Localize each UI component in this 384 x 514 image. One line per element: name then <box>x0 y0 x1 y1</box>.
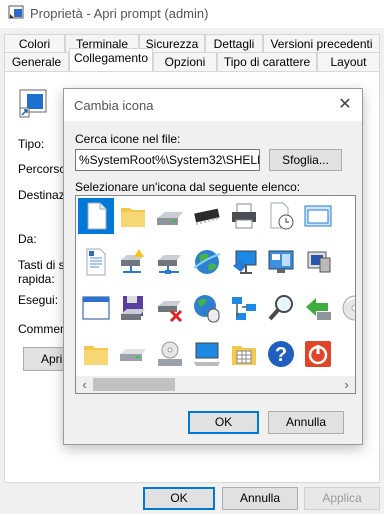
clock-document-icon[interactable] <box>263 198 299 234</box>
type-label: Tipo: <box>18 137 45 151</box>
disconnected-drive-icon[interactable] <box>152 290 188 326</box>
network-monitor-icon[interactable] <box>226 244 262 280</box>
dialog-title: Cambia icona <box>74 98 154 113</box>
disk-drive-icon[interactable] <box>152 198 188 234</box>
icon-file-input[interactable]: %SystemRoot%\System32\SHELL32.dll <box>75 149 260 171</box>
scroll-right-icon[interactable]: › <box>338 376 355 393</box>
icon-list[interactable]: ? ‹ › <box>75 195 356 394</box>
globe-mouse-icon[interactable] <box>189 290 225 326</box>
window-title: Proprietà - Apri prompt (admin) <box>30 6 209 21</box>
icon-list-label: Selezionare un'icona dal seguente elenco… <box>75 180 301 194</box>
floppy-disk-icon[interactable] <box>115 290 151 326</box>
scroll-left-icon[interactable]: ‹ <box>76 376 93 393</box>
restore-arrow-icon[interactable] <box>300 290 336 326</box>
network-icon[interactable] <box>226 290 262 326</box>
drive-icon[interactable] <box>115 336 151 372</box>
folder-icon[interactable] <box>115 198 151 234</box>
text-document-icon[interactable] <box>78 244 114 280</box>
control-panel-icon[interactable] <box>263 244 299 280</box>
application-window-icon[interactable] <box>78 290 114 326</box>
network-server-icon[interactable] <box>152 244 188 280</box>
shortcut-large-icon <box>19 89 47 118</box>
tab-generale[interactable]: Generale <box>4 52 69 72</box>
partial-icon[interactable] <box>337 336 355 372</box>
shortcut-app-icon <box>8 5 24 19</box>
window-icon[interactable] <box>300 198 336 234</box>
power-icon[interactable] <box>300 336 336 372</box>
partial-icon[interactable] <box>337 198 355 234</box>
file-label: Cerca icone nel file: <box>75 132 181 146</box>
start-in-label: Da: <box>18 232 37 246</box>
tab-dettagli[interactable]: Dettagli <box>205 34 263 54</box>
computer-icon[interactable] <box>189 336 225 372</box>
printer-icon[interactable] <box>226 198 262 234</box>
cancel-button[interactable]: Annulla <box>222 487 298 510</box>
horizontal-scrollbar[interactable]: ‹ › <box>76 376 355 393</box>
help-icon[interactable]: ? <box>263 336 299 372</box>
scrollbar-thumb[interactable] <box>93 378 175 391</box>
browse-button[interactable]: Sfoglia... <box>269 149 342 171</box>
memory-chip-icon[interactable] <box>189 198 225 234</box>
blank-document-icon[interactable] <box>78 198 114 234</box>
path-label: Percorso: <box>18 162 70 176</box>
tab-tipo-di-carattere[interactable]: Tipo di carattere <box>217 52 317 72</box>
dialog-title-bar: Cambia icona ✕ <box>64 89 362 121</box>
close-icon[interactable]: ✕ <box>336 96 354 114</box>
run-label: Esegui: <box>18 293 59 307</box>
svg-text:?: ? <box>275 344 287 366</box>
ok-button[interactable]: OK <box>143 487 215 510</box>
cd-icon[interactable] <box>337 290 355 326</box>
tab-opzioni[interactable]: Opzioni <box>153 52 217 72</box>
tab-collegamento[interactable]: Collegamento <box>69 48 153 71</box>
tab-colori[interactable]: Colori <box>4 34 65 54</box>
cd-drive-icon[interactable] <box>152 336 188 372</box>
network-drive-icon[interactable] <box>115 244 151 280</box>
dialog-cancel-button[interactable]: Annulla <box>268 411 344 434</box>
folder-grid-icon[interactable] <box>226 336 262 372</box>
tab-layout[interactable]: Layout <box>317 52 380 72</box>
change-icon-dialog: Cambia icona ✕ Cerca icone nel file: %Sy… <box>63 88 363 445</box>
folder-icon[interactable] <box>78 336 114 372</box>
monitor-icon[interactable] <box>300 244 336 280</box>
magnifier-icon[interactable] <box>263 290 299 326</box>
hotkey-label-line2: rapida: <box>18 272 55 286</box>
title-bar: Proprietà - Apri prompt (admin) <box>0 0 384 28</box>
globe-icon[interactable] <box>189 244 225 280</box>
shortcut-icon[interactable] <box>337 244 355 280</box>
tab-versioni-precedenti[interactable]: Versioni precedenti <box>263 34 380 54</box>
dialog-ok-button[interactable]: OK <box>188 411 259 434</box>
apply-button[interactable]: Applica <box>304 487 380 510</box>
